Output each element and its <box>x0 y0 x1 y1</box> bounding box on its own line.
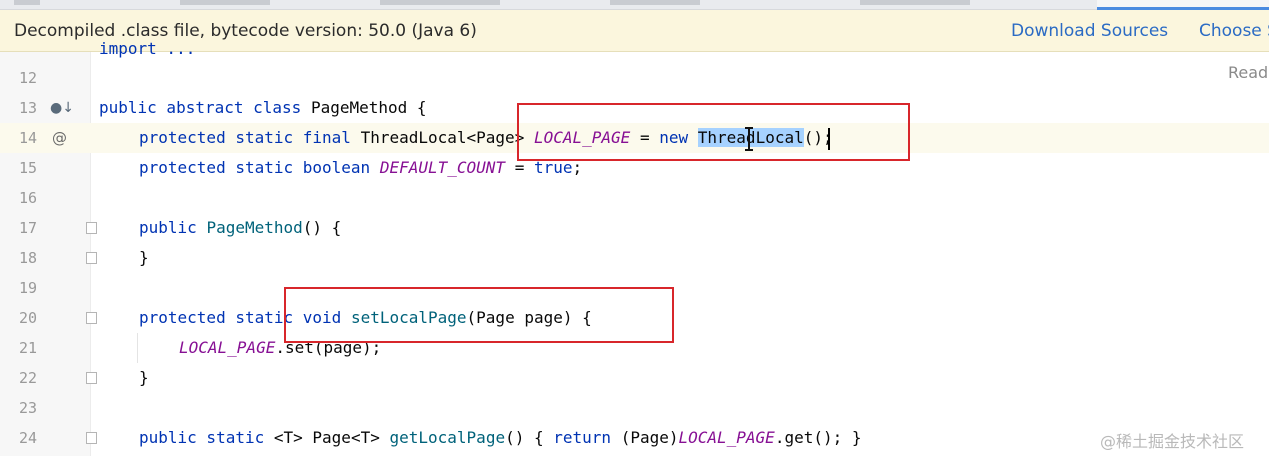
line-number: 19 <box>18 279 37 297</box>
line-number: 20 <box>18 309 37 327</box>
watermark: @稀土掘金技术社区 <box>1100 432 1245 451</box>
line-number: 17 <box>18 219 37 237</box>
line-number: 15 <box>18 159 37 177</box>
line-number: 18 <box>18 249 37 267</box>
field-name: LOCAL_PAGE <box>179 338 276 357</box>
punctuation: () { <box>302 218 342 237</box>
code-text: public PageMethod() { <box>139 213 341 243</box>
operator: = <box>639 128 650 147</box>
line-number: 23 <box>18 399 37 417</box>
line-number: 14 <box>18 129 37 147</box>
method-name: setLocalPage <box>350 308 467 327</box>
keyword: return <box>553 428 612 447</box>
code-line-18: 18 } <box>0 243 1269 273</box>
code-text: } <box>139 243 149 273</box>
code-text: LOCAL_PAGE.set(page); <box>179 333 381 363</box>
code-text: protected static final ThreadLocal<Page>… <box>139 123 833 153</box>
keyword: protected static void <box>139 308 342 327</box>
code-line-21: 21 LOCAL_PAGE.set(page); <box>0 333 1269 363</box>
text-cursor-icon <box>745 127 753 151</box>
type-name: ThreadLocal<Page> <box>360 128 525 147</box>
fold-marker-icon[interactable] <box>86 222 97 234</box>
folded-imports[interactable]: import ... <box>99 39 195 58</box>
line-number: 21 <box>18 339 37 357</box>
keyword: protected static boolean <box>139 158 371 177</box>
tab-fragment[interactable] <box>380 0 500 5</box>
fold-marker-icon[interactable] <box>86 432 97 444</box>
code-line-19: 19 <box>0 273 1269 303</box>
code-text: public abstract class PageMethod { <box>99 93 427 123</box>
code-line-23: 23 <box>0 393 1269 423</box>
field-name: LOCAL_PAGE <box>678 428 775 447</box>
operator: = <box>514 158 525 177</box>
punctuation: ; <box>572 158 583 177</box>
line-number: 16 <box>18 189 37 207</box>
keyword: new <box>659 128 689 147</box>
code-line-13: 13 ●↓ public abstract class PageMethod { <box>0 93 1269 123</box>
code-line-24: 24 public static <T> Page<T> getLocalPag… <box>0 423 1269 453</box>
punctuation: } <box>139 368 149 387</box>
code-line-partial: import ... <box>0 34 1269 64</box>
tab-fragment[interactable] <box>14 0 40 5</box>
code-line-15: 15 protected static boolean DEFAULT_COUN… <box>0 153 1269 183</box>
line-number: 24 <box>18 429 37 447</box>
field-name: LOCAL_PAGE <box>533 128 631 147</box>
method-name: getLocalPage <box>389 428 506 447</box>
literal: true <box>533 158 573 177</box>
line-number: 12 <box>18 69 37 87</box>
method-call: .set(page); <box>275 338 382 357</box>
line-number: 22 <box>18 369 37 387</box>
reader-mode-toggle[interactable]: Read <box>1228 63 1268 82</box>
text-caret <box>828 128 830 150</box>
editor-tab-strip <box>0 0 1269 10</box>
fold-marker-icon[interactable] <box>86 252 97 264</box>
keyword: public <box>139 218 197 237</box>
at-override-icon[interactable]: @ <box>52 123 67 153</box>
line-number: 13 <box>18 99 37 117</box>
punctuation: (Page page) { <box>466 308 592 327</box>
fold-marker-icon[interactable] <box>86 312 97 324</box>
code-line-22: 22 } <box>0 363 1269 393</box>
tab-active[interactable] <box>1097 0 1269 10</box>
code-text: public static <T> Page<T> getLocalPage()… <box>139 423 862 453</box>
code-text: protected static boolean DEFAULT_COUNT =… <box>139 153 582 183</box>
punctuation: () { <box>505 428 544 447</box>
indent-guide <box>137 333 138 363</box>
code-line-20: 20 protected static void setLocalPage(Pa… <box>0 303 1269 333</box>
class-name: PageMethod { <box>310 98 427 117</box>
tab-fragment[interactable] <box>610 0 700 5</box>
method-call: .get(); } <box>774 428 862 447</box>
tab-fragment[interactable] <box>860 0 970 5</box>
field-name: DEFAULT_COUNT <box>379 158 506 177</box>
code-line-17: 17 public PageMethod() { <box>0 213 1269 243</box>
code-text: import ... <box>99 34 195 64</box>
cast: (Page) <box>620 428 679 447</box>
punctuation: } <box>139 248 149 267</box>
keyword: protected static final <box>139 128 351 147</box>
code-line-12: 12 <box>0 63 1269 93</box>
code-text: protected static void setLocalPage(Page … <box>139 303 592 333</box>
code-line-14: 14 @ protected static final ThreadLocal<… <box>0 123 1269 153</box>
code-text: } <box>139 363 149 393</box>
keyword: public static <box>139 428 265 447</box>
implemented-down-icon[interactable]: ●↓ <box>50 93 74 123</box>
type-signature: <T> Page<T> <box>273 428 380 447</box>
tab-fragment[interactable] <box>180 0 270 5</box>
method-name: PageMethod <box>206 218 303 237</box>
keyword: public abstract class <box>99 98 302 117</box>
code-line-16: 16 <box>0 183 1269 213</box>
fold-marker-icon[interactable] <box>86 372 97 384</box>
